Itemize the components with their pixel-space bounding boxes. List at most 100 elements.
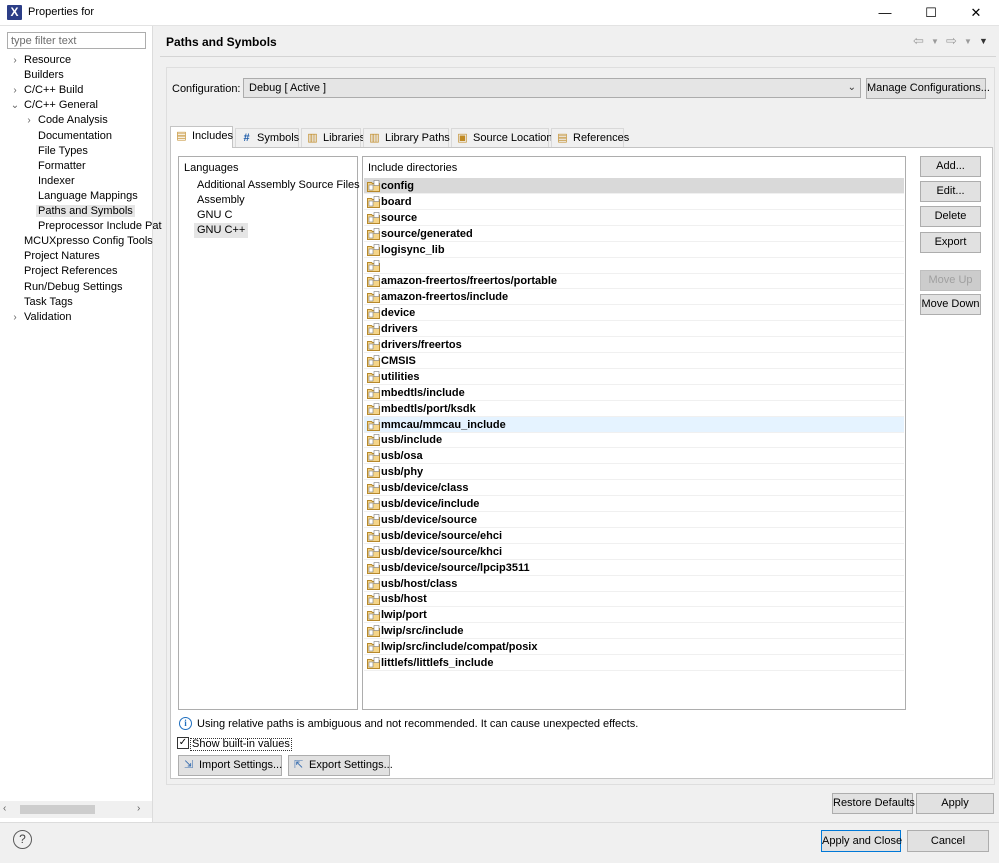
- tree-item[interactable]: › Code Analysis: [27, 113, 107, 128]
- tab-library-paths[interactable]: ▥ Library Paths: [363, 128, 450, 147]
- include-directory-row[interactable]: lwip/src/include/compat/posix: [364, 639, 904, 656]
- back-icon[interactable]: ⇦: [913, 33, 924, 49]
- include-directory-row[interactable]: source/generated: [364, 226, 904, 242]
- include-directory-row[interactable]: logisync_lib: [364, 242, 904, 258]
- include-directory-row[interactable]: usb/device/source: [364, 512, 904, 528]
- relative-path-warning: Using relative paths is ambiguous and no…: [197, 718, 639, 730]
- include-directory-row[interactable]: usb/device/include: [364, 496, 904, 512]
- chevron-down-icon[interactable]: ⌄: [10, 98, 20, 113]
- include-directory-row[interactable]: mbedtls/port/ksdk: [364, 401, 904, 417]
- move-up-button[interactable]: Move Up: [920, 270, 981, 291]
- include-directory-row[interactable]: littlefs/littlefs_include: [364, 655, 904, 671]
- chevron-right-icon[interactable]: ›: [10, 83, 20, 98]
- include-directory-row[interactable]: usb/host: [364, 591, 904, 608]
- language-item[interactable]: GNU C: [194, 208, 235, 223]
- edit-button[interactable]: Edit...: [920, 181, 981, 202]
- tree-item[interactable]: Language Mappings: [38, 189, 138, 204]
- scroll-left-icon[interactable]: ‹: [3, 803, 6, 814]
- export-settings-button[interactable]: ⇱ Export Settings...: [288, 755, 393, 776]
- show-builtin-checkbox[interactable]: ✓: [177, 737, 189, 749]
- horizontal-scrollbar[interactable]: ‹ ›: [0, 801, 152, 818]
- tree-item[interactable]: Project References: [24, 264, 118, 279]
- include-directory-row[interactable]: usb/phy: [364, 464, 904, 481]
- tab-source-location[interactable]: ▣ Source Location: [451, 128, 553, 147]
- tree-item[interactable]: ⌄ C/C++ General: [11, 98, 98, 113]
- chevron-right-icon[interactable]: ›: [10, 53, 20, 68]
- configuration-select[interactable]: Debug [ Active ] ⌄: [243, 78, 861, 98]
- tab-includes[interactable]: ▤ Includes: [170, 126, 233, 148]
- include-directory-row[interactable]: device: [364, 305, 904, 322]
- forward-menu-icon[interactable]: ▼: [964, 37, 972, 46]
- tree-item[interactable]: MCUXpresso Config Tools: [24, 234, 153, 249]
- tree-item[interactable]: Builders: [24, 68, 64, 83]
- language-item[interactable]: Assembly: [194, 193, 248, 208]
- move-down-button[interactable]: Move Down: [920, 294, 981, 315]
- apply-button[interactable]: Apply: [916, 793, 994, 814]
- include-directory-row[interactable]: board: [364, 194, 904, 210]
- tab-symbols[interactable]: # Symbols: [235, 128, 299, 147]
- manage-configurations-button[interactable]: Manage Configurations...: [866, 78, 990, 99]
- include-directory-row[interactable]: mmcau/mmcau_include: [364, 416, 904, 433]
- include-directory-row[interactable]: usb/device/source/ehci: [364, 528, 904, 544]
- tree-item[interactable]: Paths and Symbols: [36, 204, 135, 219]
- tree-item[interactable]: › Validation: [13, 310, 71, 325]
- import-settings-button[interactable]: ⇲ Import Settings...: [178, 755, 282, 776]
- add-button[interactable]: Add...: [920, 156, 981, 177]
- tree-item[interactable]: Indexer: [38, 174, 75, 189]
- include-directory-row[interactable]: mbedtls/include: [364, 385, 904, 401]
- export-button[interactable]: Export: [920, 232, 981, 253]
- include-directory-row[interactable]: amazon-freertos/include: [364, 289, 904, 306]
- include-folder-icon: [367, 402, 380, 415]
- include-directory-row[interactable]: amazon-freertos/freertos/portable: [364, 273, 904, 290]
- include-folder-icon: [367, 514, 380, 526]
- tab-references[interactable]: ▤ References: [551, 128, 629, 147]
- delete-button[interactable]: Delete: [920, 206, 981, 227]
- minimize-button[interactable]: —: [862, 0, 908, 26]
- maximize-button[interactable]: ☐: [908, 0, 954, 26]
- tree-item[interactable]: Preprocessor Include Pat: [38, 219, 162, 234]
- include-directory-row[interactable]: usb/device/source/khci: [364, 544, 904, 560]
- forward-icon[interactable]: ⇨: [946, 33, 957, 49]
- chevron-right-icon[interactable]: ›: [10, 310, 20, 325]
- filter-input[interactable]: [7, 32, 146, 49]
- apply-and-close-button[interactable]: Apply and Close: [821, 830, 902, 852]
- tree-item-label: Indexer: [38, 174, 75, 187]
- include-directory-row[interactable]: drivers/freertos: [364, 337, 904, 353]
- tree-item[interactable]: Run/Debug Settings: [24, 280, 122, 295]
- include-directory-row[interactable]: usb/device/source/lpcip3511: [364, 560, 904, 576]
- include-directory-row[interactable]: lwip/port: [364, 607, 904, 624]
- scrollbar-thumb[interactable]: [20, 805, 95, 814]
- tree-item[interactable]: Project Natures: [24, 249, 100, 264]
- restore-defaults-button[interactable]: Restore Defaults: [832, 793, 915, 814]
- tab-libraries[interactable]: ▥ Libraries: [301, 128, 365, 147]
- include-directory-row[interactable]: [364, 258, 904, 274]
- cancel-button[interactable]: Cancel: [907, 830, 989, 852]
- include-directory-row[interactable]: usb/host/class: [364, 576, 904, 592]
- scroll-right-icon[interactable]: ›: [137, 803, 140, 814]
- back-menu-icon[interactable]: ▼: [931, 37, 939, 46]
- tree-item[interactable]: Task Tags: [24, 295, 73, 310]
- tree-item[interactable]: File Types: [38, 144, 88, 159]
- view-menu-icon[interactable]: ▼: [979, 36, 988, 46]
- include-directory-row[interactable]: usb/device/class: [364, 480, 904, 497]
- include-directory-row[interactable]: usb/include: [364, 432, 904, 449]
- include-directory-row[interactable]: utilities: [364, 369, 904, 385]
- include-directory-label: usb/device/source/lpcip3511: [381, 561, 530, 574]
- include-directory-row[interactable]: CMSIS: [364, 353, 904, 369]
- include-directory-row[interactable]: drivers: [364, 321, 904, 338]
- show-builtin-label[interactable]: Show built-in values: [190, 738, 292, 751]
- include-directory-row[interactable]: source: [364, 210, 904, 226]
- language-item[interactable]: Additional Assembly Source Files: [194, 178, 363, 193]
- include-directory-row[interactable]: config: [364, 178, 904, 194]
- include-directory-row[interactable]: usb/osa: [364, 448, 904, 465]
- tree-item[interactable]: Documentation: [38, 129, 112, 144]
- include-directory-row[interactable]: lwip/src/include: [364, 623, 904, 640]
- tree-item[interactable]: Formatter: [38, 159, 86, 174]
- help-icon[interactable]: ?: [13, 830, 32, 849]
- tree-item[interactable]: › Resource: [13, 53, 71, 68]
- close-button[interactable]: ✕: [953, 0, 999, 26]
- language-item[interactable]: GNU C++: [194, 223, 249, 238]
- chevron-right-icon[interactable]: ›: [24, 113, 34, 128]
- tab-label: Library Paths: [385, 132, 450, 144]
- tree-item[interactable]: › C/C++ Build: [13, 83, 83, 98]
